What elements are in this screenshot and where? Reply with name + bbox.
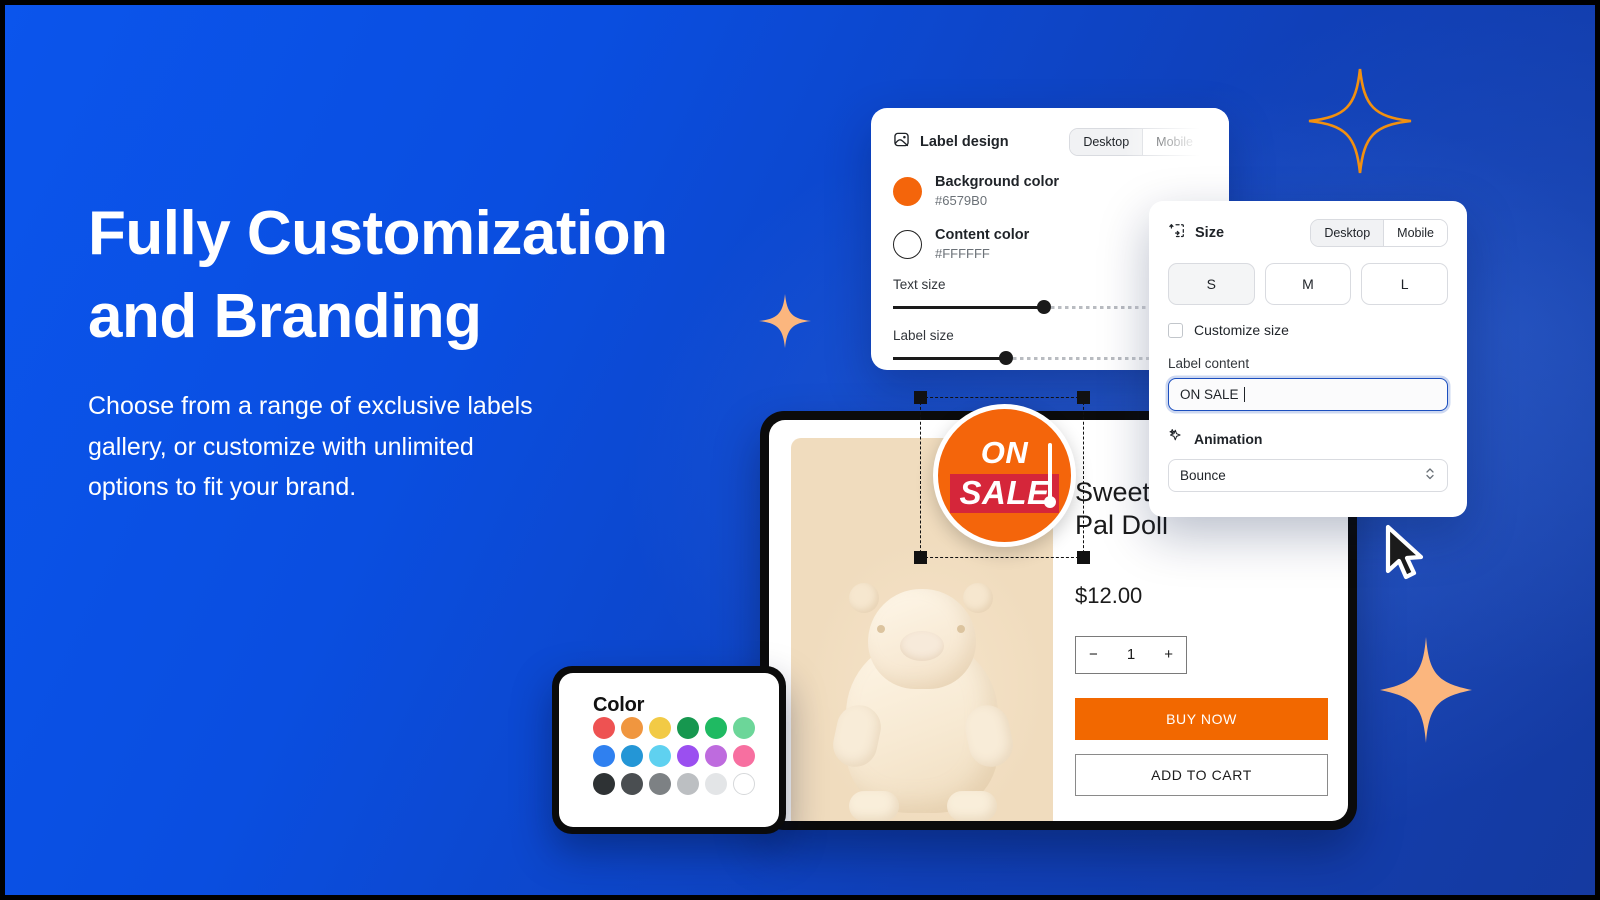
color-swatch[interactable] (677, 773, 699, 795)
animation-label: Animation (1194, 430, 1263, 447)
customize-size-label: Customize size (1194, 322, 1289, 338)
color-palette-title: Color (593, 694, 645, 716)
size-option-m[interactable]: M (1264, 263, 1352, 305)
size-toggle-mobile[interactable]: Mobile (1383, 220, 1447, 246)
color-swatch[interactable] (705, 745, 727, 767)
add-to-cart-button[interactable]: ADD TO CART (1075, 753, 1328, 796)
label-content-label: Label content (1168, 356, 1250, 371)
color-palette-inner: Color (559, 673, 779, 827)
quantity-value: 1 (1126, 646, 1136, 664)
size-option-l[interactable]: L (1361, 263, 1449, 305)
color-swatch[interactable] (649, 745, 671, 767)
color-swatch[interactable] (621, 717, 643, 739)
color-swatch[interactable] (705, 773, 727, 795)
label-content-value: ON SALE (1180, 387, 1239, 402)
toggle-desktop[interactable]: Desktop (1070, 129, 1143, 155)
customize-size-checkbox[interactable] (1168, 322, 1183, 338)
background-color-label: Background color (935, 174, 1060, 190)
badge-text-caret (1048, 443, 1052, 499)
size-panel-device-toggle[interactable]: Desktop Mobile (1310, 219, 1448, 247)
buy-now-button[interactable]: BUY NOW (1075, 697, 1328, 740)
quantity-decrease-button[interactable]: − (1089, 646, 1098, 663)
sparkle-icon (1168, 428, 1184, 449)
size-panel-header: Size Desktop Mobile (1168, 219, 1448, 247)
animation-selected-value: Bounce (1180, 468, 1226, 483)
resize-handle-bottom-left[interactable] (914, 551, 927, 564)
badge-text-caret-handle[interactable] (1044, 496, 1056, 508)
resize-icon (1168, 222, 1185, 244)
page-title: Fully Customization and Branding (88, 199, 668, 352)
label-design-title-group: Label design (893, 131, 1009, 153)
star-solid-peach-small-icon (757, 292, 813, 355)
color-swatch[interactable] (621, 773, 643, 795)
color-swatch[interactable] (733, 745, 755, 767)
quantity-stepper[interactable]: − 1 + (1075, 635, 1187, 674)
hero-copy: Fully Customization and Branding Choose … (88, 192, 748, 508)
background-color-swatch[interactable] (893, 176, 922, 206)
label-content-input[interactable]: ON SALE (1168, 378, 1448, 411)
product-price: $12.00 (1075, 582, 1143, 608)
on-sale-badge[interactable]: ON SALE (933, 404, 1076, 547)
badge-line-2: SALE (959, 474, 1050, 511)
color-swatch[interactable] (677, 745, 699, 767)
color-swatch[interactable] (733, 717, 755, 739)
size-option-s[interactable]: S (1168, 263, 1255, 305)
label-design-title: Label design (920, 134, 1009, 150)
color-swatch[interactable] (593, 773, 615, 795)
size-panel-title-group: Size (1168, 222, 1224, 244)
color-swatch-row (593, 717, 779, 745)
resize-handle-top-left[interactable] (914, 391, 927, 404)
resize-handle-top-right[interactable] (1077, 391, 1090, 404)
badge-line-1: ON (980, 435, 1029, 470)
content-color-label: Content color (935, 227, 1030, 244)
color-swatch[interactable] (677, 717, 699, 739)
size-option-group[interactable]: S M L (1168, 263, 1449, 305)
image-icon (893, 131, 910, 153)
resize-handle-bottom-right[interactable] (1077, 551, 1090, 564)
text-cursor (1243, 387, 1245, 402)
star-outline-orange-icon (1306, 66, 1414, 181)
color-swatch-grid[interactable] (593, 717, 779, 801)
animation-header: Animation (1168, 428, 1448, 449)
content-color-hex: #FFFFFF (935, 245, 990, 261)
color-swatch[interactable] (621, 745, 643, 767)
color-swatch[interactable] (649, 717, 671, 739)
color-swatch[interactable] (593, 717, 615, 739)
mouse-pointer-icon (1383, 524, 1429, 591)
quantity-increase-button[interactable]: + (1164, 646, 1173, 663)
badge-highlight: SALE (950, 474, 1059, 513)
hero-subtitle: Choose from a range of exclusive labels … (88, 392, 533, 502)
size-panel: Size Desktop Mobile S M L Customize size… (1149, 201, 1467, 517)
toggle-mobile[interactable]: Mobile (1142, 129, 1206, 155)
color-swatch[interactable] (705, 717, 727, 739)
animation-select[interactable]: Bounce (1168, 459, 1448, 492)
star-solid-peach-large-icon (1378, 635, 1474, 750)
content-color-swatch[interactable] (893, 229, 922, 259)
color-swatch[interactable] (733, 773, 755, 795)
size-toggle-desktop[interactable]: Desktop (1311, 220, 1384, 246)
color-swatch[interactable] (593, 745, 615, 767)
label-design-device-toggle[interactable]: Desktop Mobile (1069, 128, 1207, 156)
color-swatch[interactable] (649, 773, 671, 795)
customize-size-row[interactable]: Customize size (1168, 322, 1448, 338)
color-swatch-row (593, 773, 779, 801)
hero-canvas: Fully Customization and Branding Choose … (0, 0, 1600, 900)
background-color-hex: #6579B0 (935, 192, 988, 208)
chevron-updown-icon (1424, 466, 1436, 486)
color-palette-card: Color (552, 666, 786, 834)
size-panel-title: Size (1195, 225, 1225, 241)
label-design-header: Label design Desktop Mobile (893, 128, 1207, 156)
color-swatch-row (593, 745, 779, 773)
